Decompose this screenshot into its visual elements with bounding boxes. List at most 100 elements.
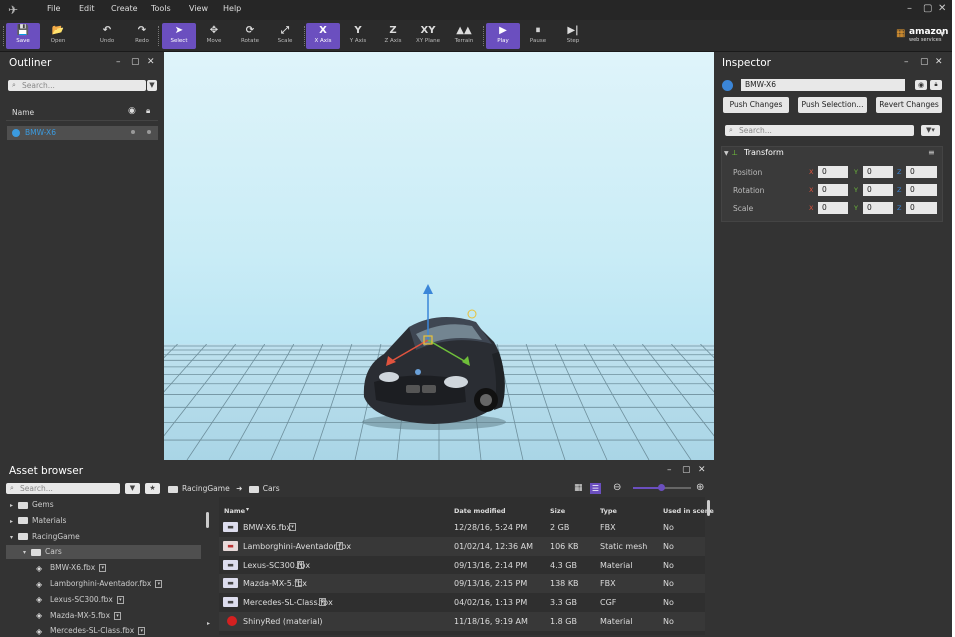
grid-view-icon[interactable]: ▦ xyxy=(574,483,585,494)
tree-item-cars[interactable]: ▾ Cars xyxy=(6,545,201,560)
transform-position-y-field[interactable]: 0 xyxy=(863,166,893,178)
expand-asset-icon[interactable]: ▾ xyxy=(114,611,122,620)
zoom-slider-handle[interactable] xyxy=(658,484,665,491)
outliner-search-input[interactable]: ⌕ Search... xyxy=(8,80,146,91)
column-date-modified-header[interactable]: Date modified xyxy=(454,507,506,515)
transform-rotation-y-field[interactable]: 0 xyxy=(863,184,893,196)
3d-viewport[interactable] xyxy=(164,52,714,460)
list-scrollbar[interactable] xyxy=(707,500,710,516)
list-view-icon[interactable]: ☰ xyxy=(590,483,601,494)
breadcrumb-cars[interactable]: Cars xyxy=(263,484,280,493)
visibility-eye-icon[interactable]: ◉ xyxy=(128,106,136,116)
tree-item-lamborghini-aventador-fbx[interactable]: ◈ Lamborghini-Aventador.fbx ▾ xyxy=(6,577,201,591)
tree-item-mazda-mx-5-fbx[interactable]: ◈ Mazda-MX-5.fbx ▾ xyxy=(6,609,201,623)
inspector-minimize-icon[interactable]: – xyxy=(904,57,909,67)
zoom-in-icon[interactable]: ⊕ xyxy=(696,482,704,493)
tool-xy-plane-button[interactable]: XY XY Plane xyxy=(411,23,445,49)
file-row[interactable]: ▬ Mazda-MX-5.fbx 09/13/16, 2:15 PM 138 KB FB… xyxy=(219,574,705,594)
tool-redo-button[interactable]: ↷ Redo xyxy=(125,23,159,49)
tree-item-bmw-x6-fbx[interactable]: ◈ BMW-X6.fbx ▾ xyxy=(6,561,201,575)
close-icon[interactable]: ✕ xyxy=(938,3,946,14)
file-row[interactable]: ▬ Mercedes-SL-Class.fbx 04/02/16, 1:13 PM 3… xyxy=(219,593,705,612)
lock-dot[interactable] xyxy=(147,130,151,134)
tool-play-button[interactable]: ▶ Play xyxy=(486,23,520,49)
push-changes-button[interactable]: Push Changes xyxy=(723,97,789,113)
expand-asset-icon[interactable]: ▾ xyxy=(297,560,304,569)
outliner-float-icon[interactable]: ▢ xyxy=(131,57,140,67)
outliner-column-name[interactable]: Name xyxy=(12,108,34,117)
lock-toggle-icon[interactable]: 🔒︎ xyxy=(930,80,942,90)
tool-terrain-button[interactable]: ▲▲ Terrain xyxy=(447,23,481,49)
push-selection-button[interactable]: Push Selection... xyxy=(798,97,867,113)
tree-scrollbar[interactable] xyxy=(206,512,209,528)
zoom-out-icon[interactable]: ⊖ xyxy=(613,482,621,493)
transform-scale-z-field[interactable]: 0 xyxy=(906,202,937,214)
sort-down-icon[interactable]: ▾ xyxy=(246,506,249,513)
expand-asset-icon[interactable]: ▾ xyxy=(336,541,343,550)
tool-x-axis-button[interactable]: X X Axis xyxy=(306,23,340,49)
lock-icon[interactable]: 🔒︎ xyxy=(146,106,150,116)
inspector-search-input[interactable]: ⌕ Search... xyxy=(725,125,914,136)
tool-open-button[interactable]: 📂 Open xyxy=(41,23,75,49)
tree-item-racinggame[interactable]: ▾ RacingGame xyxy=(6,530,201,544)
entity-name-input[interactable]: BMW-X6 xyxy=(741,79,905,91)
tool-move-button[interactable]: ✥ Move xyxy=(197,23,231,49)
tool-select-button[interactable]: ➤ Select xyxy=(162,23,196,49)
expand-asset-icon[interactable]: ▾ xyxy=(295,579,302,588)
outliner-item-bmw-x6[interactable]: BMW-X6 xyxy=(7,126,158,140)
transform-scale-y-field[interactable]: 0 xyxy=(863,202,893,214)
inspector-float-icon[interactable]: ▢ xyxy=(920,57,929,67)
inspector-filter-button[interactable]: ▼▾ xyxy=(921,125,940,136)
chevron-right-icon[interactable]: ▸ xyxy=(10,499,18,513)
tool-undo-button[interactable]: ↶ Undo xyxy=(90,23,124,49)
expand-asset-icon[interactable]: ▾ xyxy=(99,564,107,573)
column-name-header[interactable]: Name xyxy=(224,507,245,515)
column-size-header[interactable]: Size xyxy=(550,507,565,515)
transform-position-z-field[interactable]: 0 xyxy=(906,166,937,178)
asset-search-input[interactable]: ⌕ Search... xyxy=(6,483,120,494)
tool-y-axis-button[interactable]: Y Y Axis xyxy=(341,23,375,49)
maximize-icon[interactable]: ▢ xyxy=(923,3,932,14)
asset-browser-minimize-icon[interactable]: – xyxy=(667,465,672,475)
tool-pause-button[interactable]: ⏸ Pause xyxy=(521,23,555,49)
breadcrumb-racinggame[interactable]: RacingGame xyxy=(182,484,230,493)
transform-rotation-z-field[interactable]: 0 xyxy=(906,184,937,196)
tree-item-lexus-sc300-fbx[interactable]: ◈ Lexus-SC300.fbx ▾ xyxy=(6,593,201,607)
inspector-close-icon[interactable]: ✕ xyxy=(935,57,943,67)
transform-position-x-field[interactable]: 0 xyxy=(818,166,848,178)
transform-scale-x-field[interactable]: 0 xyxy=(818,202,848,214)
revert-changes-button[interactable]: Revert Changes xyxy=(876,97,942,113)
tool-rotate-button[interactable]: ⟳ Rotate xyxy=(233,23,267,49)
expand-asset-icon[interactable]: ▾ xyxy=(138,627,146,636)
outliner-filter-button[interactable]: ▼ xyxy=(147,80,157,91)
tree-item-materials[interactable]: ▸ Materials xyxy=(6,514,201,528)
asset-browser-close-icon[interactable]: ✕ xyxy=(698,465,706,475)
file-row[interactable]: ▬ Lexus-SC300.fbx 09/13/16, 2:14 PM 4.3 GB M… xyxy=(219,556,705,575)
asset-browser-float-icon[interactable]: ▢ xyxy=(682,465,691,475)
expand-asset-icon[interactable]: ▾ xyxy=(319,598,326,607)
component-menu-icon[interactable]: ≡ xyxy=(928,148,935,157)
tool-z-axis-button[interactable]: Z Z Axis xyxy=(376,23,410,49)
favorites-star-icon[interactable]: ★ xyxy=(145,483,160,494)
amazon-web-services-logo[interactable]: ▦ amazon web services ▼ xyxy=(896,26,948,46)
chevron-down-icon[interactable]: ▾ xyxy=(23,546,31,560)
asset-filter-button[interactable]: ▼ xyxy=(125,483,140,494)
splitter-arrow-icon[interactable]: ▸ xyxy=(207,620,210,627)
file-row[interactable]: ShinyRed (material) 11/18/16, 9:19 AM 1.8 … xyxy=(219,612,705,631)
expand-asset-icon[interactable]: ▾ xyxy=(116,595,124,604)
outliner-close-icon[interactable]: ✕ xyxy=(147,57,155,67)
outliner-minimize-icon[interactable]: – xyxy=(116,57,121,67)
tool-scale-button[interactable]: ⤢ Scale xyxy=(268,23,302,49)
menu-help[interactable]: Help xyxy=(223,4,241,13)
chevron-down-icon[interactable]: ▾ xyxy=(10,531,18,545)
tree-item-gems[interactable]: ▸ Gems xyxy=(6,498,201,512)
chevron-right-icon[interactable]: ▸ xyxy=(10,515,18,529)
column-type-header[interactable]: Type xyxy=(600,507,617,515)
menu-view[interactable]: View xyxy=(189,4,208,13)
expand-asset-icon[interactable]: ▾ xyxy=(155,580,163,588)
minimize-icon[interactable]: – xyxy=(907,3,912,14)
menu-file[interactable]: File xyxy=(47,4,60,13)
transform-rotation-x-field[interactable]: 0 xyxy=(818,184,848,196)
menu-create[interactable]: Create xyxy=(111,4,138,13)
visibility-toggle-icon[interactable]: ◉ xyxy=(915,80,927,90)
